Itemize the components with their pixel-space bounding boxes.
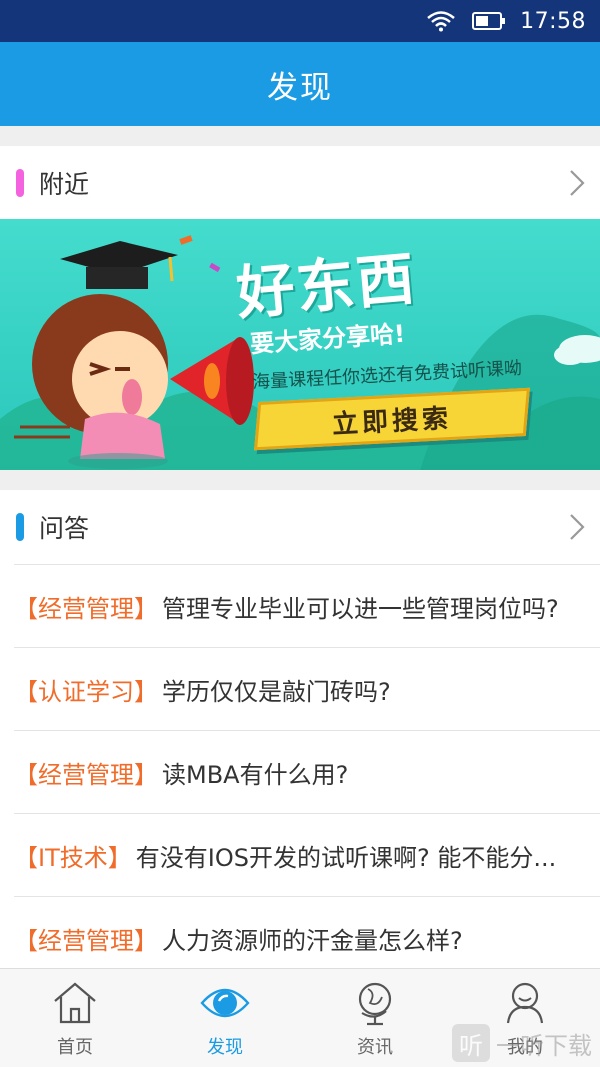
qa-category-tag: 【经营管理】 — [14, 760, 158, 789]
eye-icon — [200, 988, 250, 1018]
qa-list: 【经营管理】 管理专业毕业可以进一些管理岗位吗? 【认证学习】 学历仅仅是敲门砖… — [0, 564, 600, 968]
qa-list-item[interactable]: 【经营管理】 人力资源师的汗金量怎么样? — [14, 896, 600, 979]
qa-category-tag: 【认证学习】 — [14, 677, 158, 706]
globe-icon — [358, 982, 392, 1026]
battery-icon — [472, 12, 506, 30]
tab-discover[interactable]: 发现 — [150, 969, 300, 1067]
qa-category-tag: 【IT技术】 — [14, 843, 132, 872]
qa-list-item[interactable]: 【经营管理】 管理专业毕业可以进一些管理岗位吗? — [14, 564, 600, 647]
qa-list-item[interactable]: 【认证学习】 学历仅仅是敲门砖吗? — [14, 647, 600, 730]
title-bar: 发现 — [0, 42, 600, 126]
chevron-right-icon — [570, 514, 585, 540]
status-time: 17:58 — [520, 8, 586, 34]
watermark-logo-icon: 听 — [452, 1024, 490, 1062]
qa-section-header[interactable]: 问答 — [0, 490, 600, 564]
tab-home-label: 首页 — [57, 1037, 93, 1058]
qa-question: 人力资源师的汗金量怎么样? — [162, 926, 463, 955]
promo-banner[interactable]: 好东西 要大家分享哈! 海量课程任你选还有免费试听课呦 立即搜索 — [0, 219, 600, 470]
wifi-icon — [427, 11, 455, 32]
qa-accent-bar — [16, 513, 24, 541]
user-icon — [506, 982, 544, 1024]
qa-list-item[interactable]: 【IT技术】 有没有IOS开发的试听课啊? 能不能分... — [14, 813, 600, 896]
tab-discover-label: 发现 — [207, 1037, 243, 1058]
qa-question: 读MBA有什么用? — [162, 760, 349, 789]
chevron-right-icon — [570, 170, 585, 196]
status-bar: 17:58 — [0, 0, 600, 42]
tab-news-label: 资讯 — [357, 1037, 393, 1058]
nearby-accent-bar — [16, 169, 24, 197]
page-title: 发现 — [267, 69, 333, 106]
qa-question: 学历仅仅是敲门砖吗? — [162, 677, 391, 706]
qa-category-tag: 【经营管理】 — [14, 594, 158, 623]
tab-home[interactable]: 首页 — [0, 969, 150, 1067]
watermark-text: 一听下载 — [496, 1031, 592, 1060]
search-now-label: 立即搜索 — [331, 403, 453, 440]
qa-category-tag: 【经营管理】 — [14, 926, 158, 955]
nearby-section-header[interactable]: 附近 — [0, 146, 600, 220]
home-icon — [54, 982, 96, 1024]
qa-list-item[interactable]: 【经营管理】 读MBA有什么用? — [14, 730, 600, 813]
qa-question: 有没有IOS开发的试听课啊? 能不能分... — [135, 843, 557, 872]
tab-news[interactable]: 资讯 — [300, 969, 450, 1067]
nearby-label: 附近 — [39, 170, 90, 199]
watermark: 听 一听下载 — [452, 1022, 592, 1064]
qa-label: 问答 — [39, 514, 90, 543]
qa-question: 管理专业毕业可以进一些管理岗位吗? — [162, 594, 559, 623]
